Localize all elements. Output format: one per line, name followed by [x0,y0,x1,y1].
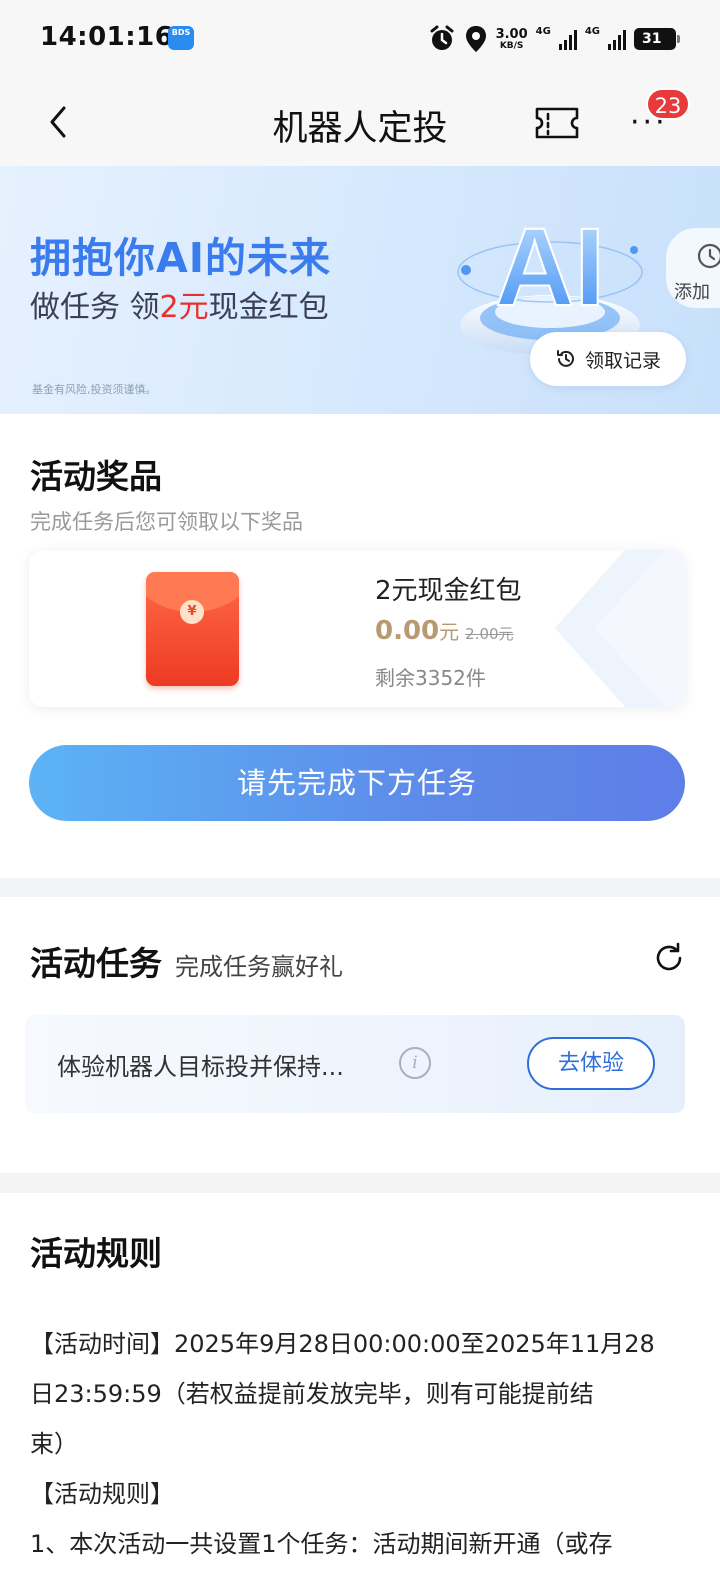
history-icon [697,243,720,269]
info-icon[interactable]: i [399,1047,431,1079]
prize-price: 0.00元 2.00元 [375,616,514,646]
claim-record-button[interactable]: 领取记录 [530,332,686,386]
rules-line: 日23:59:59（若权益提前发放完毕，则有可能提前结 [30,1380,594,1408]
status-bar: 14:01:16 BDS 3.00 KB/S 4G 4G 31 [0,0,720,80]
rules-line: 【活动规则】 [30,1480,174,1508]
signal-icon [558,28,577,50]
status-time: 14:01:16 [40,22,174,52]
section-subtitle: 完成任务赢好礼 [175,953,343,981]
status-icons: 3.00 KB/S 4G 4G 31 [428,22,680,56]
network-type-2: 4G [584,25,600,37]
refresh-icon[interactable] [652,941,686,975]
message-count-badge: 23 [646,88,690,120]
add-widget-button[interactable]: 添加 [666,228,720,308]
task-section: 活动任务 完成任务赢好礼 体验机器人目标投并保持... i 去体验 [0,897,720,1173]
ticket-icon[interactable] [534,106,580,140]
banner-subtitle: 做任务 领2元现金红包 [30,290,329,325]
red-envelope-icon: ¥ [146,572,239,686]
alarm-icon [430,25,454,50]
location-icon [465,26,486,52]
section-title: 活动奖品 [30,457,162,496]
prize-stock: 剩余3352件 [375,666,486,690]
risk-disclaimer: 基金有风险,投资须谨慎。 [32,383,157,396]
battery-icon: 31 [634,28,680,50]
rules-text: 【活动时间】2025年9月28日00:00:00至2025年11月28 日23:… [30,1319,690,1569]
ai-logo-text: AI [495,206,605,329]
app-notification-icon: BDS [168,26,194,50]
task-item: 体验机器人目标投并保持... i 去体验 [25,1015,685,1113]
section-title: 活动任务 [30,944,162,983]
prize-card: ¥ 2元现金红包 0.00元 2.00元 剩余3352件 [29,550,685,707]
claim-record-label: 领取记录 [584,349,661,372]
try-now-button[interactable]: 去体验 [527,1037,655,1090]
page-title: 机器人定投 [272,109,448,149]
network-type-1: 4G [535,25,551,37]
promo-banner: 拥抱你AI的未来 做任务 领2元现金红包 基金有风险,投资须谨慎。 AI 添加 [0,166,720,414]
rules-line: 束） [30,1430,78,1458]
prize-section: 活动奖品 完成任务后您可领取以下奖品 ¥ 2元现金红包 0.00元 2.00元 剩… [0,414,720,878]
chevron-decoration [555,550,685,707]
network-speed: 3.00 KB/S [495,26,528,51]
rules-line: 【活动时间】2025年9月28日00:00:00至2025年11月28 [30,1330,655,1358]
banner-title: 拥抱你AI的未来 [30,234,331,282]
task-description: 体验机器人目标投并保持... [57,1053,344,1081]
section-subtitle: 完成任务后您可领取以下奖品 [30,510,303,534]
nav-bar: 机器人定投 ··· 23 [0,80,720,166]
section-title: 活动规则 [30,1234,162,1273]
original-price: 2.00元 [465,625,514,643]
complete-task-first-button[interactable]: 请先完成下方任务 [29,745,685,821]
add-label: 添加 [674,282,710,303]
signal-icon [608,28,626,50]
rules-line: 1、本次活动一共设置1个任务：活动期间新开通（或存 [30,1530,613,1558]
rules-section: 活动规则 【活动时间】2025年9月28日00:00:00至2025年11月28… [0,1193,720,1584]
prize-name: 2元现金红包 [375,576,522,606]
history-icon [556,350,574,367]
